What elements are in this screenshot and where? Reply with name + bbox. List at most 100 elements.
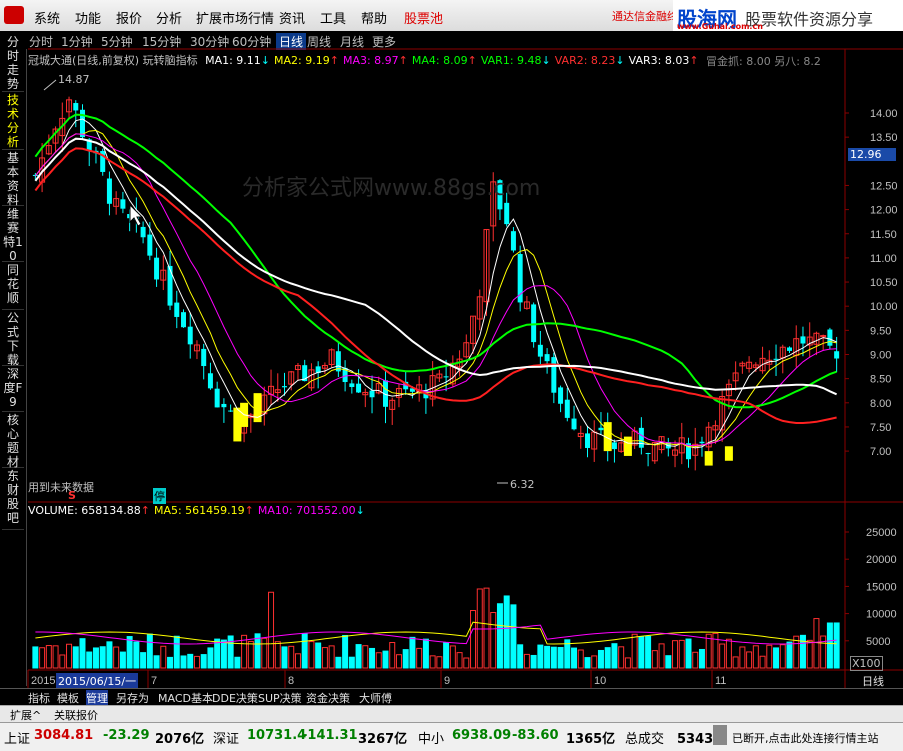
- volume-value-2: MA10: 701552.00: [257, 504, 356, 517]
- volume-bar-110: [773, 647, 780, 669]
- price-tick-label-12: 7.50: [870, 422, 891, 434]
- bottom-tab-3[interactable]: 另存为: [116, 690, 149, 706]
- candle-body-48: [356, 383, 362, 393]
- indicator-arrow-icon-6: ↑: [689, 54, 699, 67]
- volume-bar-98: [692, 651, 699, 669]
- candle-body-23: [187, 326, 193, 345]
- signal-block-6: [724, 446, 733, 461]
- suspension-mark: 停: [153, 488, 166, 504]
- date-tick-label-1: 7: [151, 675, 157, 687]
- indicator-value-2: MA3: 8.97: [342, 54, 399, 67]
- candle-body-21: [174, 302, 180, 317]
- bottom-tab-5[interactable]: DDE决策: [212, 690, 258, 706]
- bottom-tab-2[interactable]: 管理: [86, 690, 108, 706]
- volume-bar-13: [119, 651, 126, 669]
- sm-label: 中小: [418, 732, 445, 747]
- volume-bar-86: [611, 643, 618, 669]
- expand-button[interactable]: 扩展^: [10, 707, 41, 723]
- candle-body-28: [221, 403, 227, 408]
- volume-bar-60: [436, 656, 443, 669]
- candle-body-99: [699, 441, 705, 444]
- volume-bar-117: [820, 635, 827, 669]
- volume-tick-label-2: 15000: [866, 581, 897, 593]
- volume-bar-101: [712, 632, 719, 669]
- volume-bar-77: [550, 646, 557, 669]
- candle-body-118: [827, 329, 833, 346]
- volume-bar-74: [530, 654, 537, 669]
- date-tick-label-3: 9: [444, 675, 450, 687]
- bottom-tab-8[interactable]: 大师傅: [359, 690, 392, 706]
- bottom-tab-7[interactable]: 资金决策: [306, 690, 350, 706]
- volume-bar-34: [261, 637, 268, 669]
- volume-bar-73: [523, 653, 530, 669]
- volume-bar-5: [66, 643, 73, 669]
- date-tick-label-5: 11: [715, 675, 726, 687]
- volume-bar-85: [604, 647, 611, 669]
- cursor-date: 2015/06/15/一: [56, 673, 139, 689]
- candle-body-26: [207, 373, 213, 389]
- volume-bar-17: [146, 633, 153, 669]
- volume-bar-69: [496, 603, 503, 669]
- sz-label: 深证: [213, 732, 240, 747]
- volume-bar-8: [86, 651, 93, 669]
- volume-tick-label-4: 5000: [866, 636, 890, 648]
- signal-block-4: [623, 436, 632, 456]
- volume-bar-28: [220, 639, 227, 669]
- volume-bar-119: [833, 622, 840, 669]
- watermark: 分析家公式网www.88gs.com: [242, 176, 541, 201]
- current-price-badge: 12.96: [848, 148, 896, 161]
- volume-bar-67: [483, 587, 490, 669]
- volume-bar-37: [281, 646, 288, 669]
- volume-bar-55: [402, 649, 409, 669]
- bottom-tab-4[interactable]: MACD基本: [158, 690, 213, 706]
- indicator-arrow-icon-1: ↑: [329, 54, 339, 67]
- volume-bar-20: [167, 656, 174, 669]
- bottom-tab-6[interactable]: SUP决策: [258, 690, 302, 706]
- volume-bar-91: [645, 635, 652, 669]
- volume-bar-15: [133, 641, 140, 669]
- volume-value-1: MA5: 561459.19: [153, 504, 245, 517]
- volume-bar-19: [160, 645, 167, 669]
- candle-body-119: [834, 351, 840, 359]
- connection-status[interactable]: 已断开,点击此处连接行情主站: [732, 730, 879, 746]
- status-bar: 上证 3084.81 -23.29 2076亿 深证 10731.4 -141.…: [0, 722, 903, 751]
- volume-bar-41: [308, 641, 315, 669]
- volume-bar-63: [456, 652, 463, 669]
- high-price-label: 14.87: [58, 73, 90, 86]
- period-indicator[interactable]: 日线: [862, 673, 884, 689]
- kline-chart[interactable]: 14.00 13.50 12.50 12.00 11.50 11.00 10.50 10.00…: [0, 0, 903, 688]
- indicator-value-6: VAR3: 8.03: [628, 54, 690, 67]
- price-tick-label-13: 7.00: [870, 446, 891, 458]
- volume-bar-107: [752, 645, 759, 669]
- high-arrow: [43, 79, 57, 91]
- price-tick-label-3: 12.00: [870, 205, 898, 217]
- candle-body-17: [147, 234, 153, 256]
- indicator-value-5: VAR2: 8.23: [554, 54, 616, 67]
- volume-bar-39: [294, 653, 301, 669]
- volume-bar-93: [658, 643, 665, 669]
- volume-bar-94: [665, 655, 672, 669]
- price-tick-label-1: 13.50: [870, 132, 898, 144]
- indicator-arrow-icon-4: ↓: [541, 54, 551, 67]
- volume-bar-96: [678, 639, 685, 669]
- volume-bar-114: [799, 634, 806, 669]
- volume-bar-21: [173, 635, 180, 669]
- volume-bar-25: [200, 654, 207, 669]
- related-quote-button[interactable]: 关联报价: [54, 707, 98, 723]
- bottom-tab-1[interactable]: 模板: [57, 690, 79, 706]
- volume-arrow-icon-2: ↓: [355, 504, 365, 517]
- volume-arrow-icon-1: ↑: [244, 504, 254, 517]
- volume-bar-97: [685, 638, 692, 669]
- low-price-label: 6.32: [510, 478, 535, 491]
- sh-change: -23.29: [103, 728, 150, 743]
- candle-body-50: [369, 390, 375, 398]
- price-tick-label-6: 10.50: [870, 277, 898, 289]
- volume-arrow-icon-0: ↑: [140, 504, 150, 517]
- price-tick-label-5: 11.00: [870, 253, 897, 265]
- sm-amount: 1365亿: [566, 732, 616, 747]
- volume-bar-40: [301, 633, 308, 669]
- bottom-tab-0[interactable]: 指标: [28, 690, 50, 706]
- indicator-value-1: MA2: 9.19: [274, 54, 330, 67]
- volume-bar-36: [274, 641, 281, 669]
- candle-body-110: [773, 358, 779, 360]
